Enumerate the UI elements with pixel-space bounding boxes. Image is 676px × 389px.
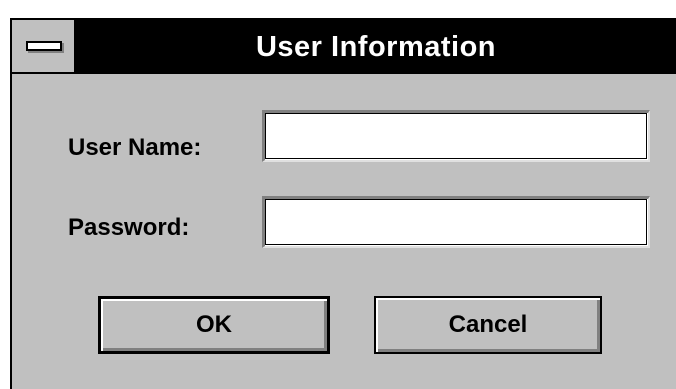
password-input[interactable] xyxy=(262,196,650,248)
username-label: User Name: xyxy=(68,134,202,161)
cancel-button[interactable]: Cancel xyxy=(374,296,602,354)
system-menu-icon xyxy=(26,41,62,51)
ok-button[interactable]: OK xyxy=(98,296,330,354)
system-menu-button[interactable] xyxy=(12,20,76,74)
password-label: Password: xyxy=(68,214,190,241)
title-bar[interactable]: User Information xyxy=(12,20,676,74)
window-title: User Information xyxy=(255,31,497,63)
user-information-dialog: User Information User Name: Password: OK… xyxy=(10,18,676,389)
username-input[interactable] xyxy=(262,110,650,162)
